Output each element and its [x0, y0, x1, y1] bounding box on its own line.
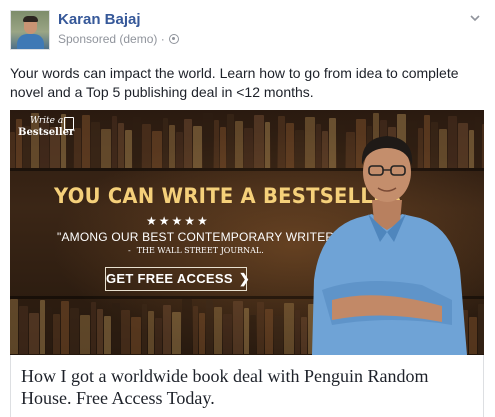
book-spine — [118, 123, 124, 168]
book-spine — [61, 301, 69, 354]
book-spine — [244, 128, 253, 168]
book-spine — [478, 304, 484, 354]
book-spine — [257, 302, 264, 354]
book-spine — [10, 132, 15, 168]
book-spine — [91, 122, 100, 168]
book-spine — [125, 130, 132, 168]
book-spine — [278, 116, 285, 168]
book-icon — [64, 117, 74, 130]
book-spine — [475, 117, 481, 168]
book-spine — [104, 316, 111, 354]
chevron-right-icon: ❯ — [238, 271, 251, 286]
book-spine — [142, 304, 147, 354]
book-spine — [182, 299, 192, 354]
book-spine — [112, 116, 117, 168]
book-spine — [172, 312, 181, 354]
book-spine — [206, 300, 213, 354]
book-spine — [199, 313, 205, 354]
book-spine — [148, 311, 154, 354]
book-spine — [176, 132, 183, 168]
book-spine — [53, 314, 60, 354]
book-spine — [271, 129, 277, 168]
book-spine — [482, 124, 484, 168]
book-spine — [193, 306, 198, 354]
ad-image[interactable]: Write a Bestseller YOU CAN WRITE A BESTS… — [10, 110, 484, 355]
link-preview[interactable]: How I got a worldwide book deal with Pen… — [10, 355, 484, 417]
book-spine — [80, 315, 90, 354]
book-spine — [233, 301, 243, 354]
quote-source: - THE WALL STREET JOURNAL. — [128, 246, 264, 255]
book-spine — [133, 117, 141, 168]
book-spine — [163, 118, 168, 168]
book-spine — [169, 125, 175, 168]
book-spine — [244, 308, 249, 354]
book-spine — [235, 121, 243, 168]
book-spine — [70, 308, 79, 354]
get-free-access-button[interactable]: GET FREE ACCESS ❯ — [105, 267, 251, 291]
write-a-bestseller-logo: Write a Bestseller — [18, 116, 75, 138]
book-spine — [193, 126, 202, 168]
book-spine — [265, 122, 270, 168]
book-spine — [142, 124, 151, 168]
author-name[interactable]: Karan Bajaj — [58, 11, 141, 28]
book-spine — [74, 128, 81, 168]
book-spine — [19, 306, 28, 354]
chevron-down-icon[interactable] — [469, 12, 481, 24]
sponsored-label[interactable]: Sponsored (demo) · — [58, 32, 165, 46]
book-spine — [250, 315, 256, 354]
post-caption: Your words can impact the world. Learn h… — [10, 65, 459, 100]
globe-icon[interactable] — [168, 34, 179, 44]
book-spine — [131, 317, 141, 354]
book-spine — [91, 302, 96, 354]
book-spine — [203, 113, 213, 168]
author-avatar[interactable] — [10, 10, 50, 50]
book-spine — [286, 123, 294, 168]
book-spine — [220, 127, 226, 168]
book-spine — [265, 309, 273, 354]
book-spine — [284, 303, 294, 354]
book-spine — [82, 115, 90, 168]
post-meta: Sponsored (demo) · — [58, 32, 179, 46]
book-spine — [184, 119, 192, 168]
book-spine — [112, 303, 120, 354]
book-spine — [227, 114, 234, 168]
book-spine — [101, 129, 111, 168]
author-photo — [312, 136, 467, 355]
book-spine — [214, 120, 219, 168]
book-spine — [214, 307, 222, 354]
book-spine — [97, 309, 103, 354]
rating-stars: ★★★★★ — [146, 214, 210, 228]
book-spine — [29, 313, 39, 354]
link-title[interactable]: How I got a worldwide book deal with Pen… — [21, 365, 476, 409]
sponsored-post: Karan Bajaj Sponsored (demo) · Your word… — [0, 0, 495, 417]
book-spine — [46, 307, 52, 354]
book-spine — [274, 316, 283, 354]
book-spine — [155, 318, 162, 354]
book-spine — [152, 131, 162, 168]
book-spine — [40, 300, 45, 354]
book-spine — [295, 310, 300, 354]
book-spine — [10, 299, 18, 354]
book-spine — [254, 115, 264, 168]
book-spine — [121, 310, 130, 354]
book-spine — [163, 305, 171, 354]
book-spine — [223, 314, 232, 354]
